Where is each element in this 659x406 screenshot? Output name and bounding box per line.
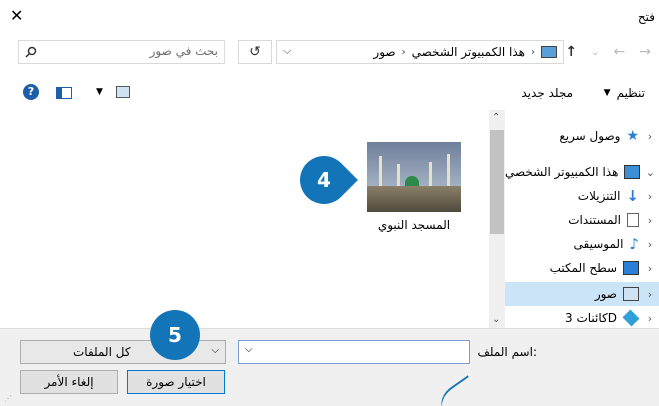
- desktop-icon: [623, 261, 639, 275]
- sidebar-item-this-pc[interactable]: ⌄ هذا الكمبيوتر الشخصي: [505, 160, 659, 184]
- sidebar-item-3d-objects[interactable]: › كائنات 3D: [505, 306, 659, 330]
- breadcrumb-item[interactable]: هذا الكمبيوتر الشخصي: [412, 45, 525, 59]
- chevron-right-icon: ›: [531, 46, 535, 58]
- window-title: فتح: [637, 10, 655, 24]
- title-bar: [0, 0, 659, 34]
- navigation-buttons: → ← ⌄ ↑: [565, 44, 651, 60]
- back-arrow-icon[interactable]: →: [639, 44, 651, 60]
- scrollbar-thumb[interactable]: [490, 130, 504, 234]
- new-folder-button[interactable]: مجلد جديد: [521, 86, 573, 100]
- sidebar-item-documents[interactable]: › المستندات: [505, 208, 659, 232]
- sidebar-item-label: الموسيقى: [573, 237, 624, 251]
- pictures-icon: [541, 46, 557, 58]
- download-icon: ↓: [626, 187, 639, 205]
- chevron-right-icon[interactable]: ›: [645, 312, 655, 325]
- file-type-value: كل الملفات: [73, 345, 131, 359]
- help-icon[interactable]: ?: [23, 84, 39, 100]
- sidebar-item-label: التنزيلات: [577, 189, 621, 203]
- sidebar-item-music[interactable]: › ♪ الموسيقى: [505, 232, 659, 256]
- sidebar-item-label: وصول سريع: [559, 129, 621, 143]
- filename-label: اسم الملف:: [477, 345, 537, 359]
- sidebar-item-label: سطح المكتب: [549, 261, 617, 275]
- chevron-right-icon: ›: [401, 46, 406, 58]
- sidebar-item-quick-access[interactable]: › ★ وصول سريع: [505, 124, 659, 148]
- chevron-right-icon[interactable]: ›: [645, 190, 655, 203]
- step-callout-badge: 5: [150, 310, 200, 360]
- scroll-up-icon[interactable]: ⌃: [492, 112, 500, 123]
- forward-arrow-icon[interactable]: ←: [614, 44, 626, 60]
- sidebar-item-downloads[interactable]: › ↓ التنزيلات: [505, 184, 659, 208]
- organize-button[interactable]: ▼ تنظيم: [604, 86, 645, 100]
- view-icon[interactable]: [116, 86, 130, 98]
- sidebar-item-label: صور: [594, 287, 617, 301]
- navigation-pane: › ★ وصول سريع ⌄ هذا الكمبيوتر الشخصي › ↓…: [505, 110, 659, 328]
- sidebar-item-label: كائنات 3D: [565, 311, 617, 325]
- chevron-down-icon: ⌵: [211, 345, 219, 356]
- chevron-right-icon[interactable]: ›: [645, 238, 655, 251]
- open-button[interactable]: اختيار صورة: [127, 370, 225, 394]
- recent-dropdown-icon[interactable]: ⌄: [591, 47, 599, 58]
- breadcrumb-item[interactable]: صور: [373, 45, 395, 59]
- document-icon: [627, 213, 639, 227]
- scroll-down-icon[interactable]: ⌄: [492, 314, 500, 325]
- view-dropdown-icon[interactable]: ▼: [96, 87, 103, 97]
- refresh-icon: ↺: [249, 44, 261, 60]
- chevron-right-icon[interactable]: ›: [645, 214, 655, 227]
- chevron-down-icon[interactable]: ⌵: [283, 44, 291, 58]
- chevron-down-icon[interactable]: ⌵: [245, 344, 253, 355]
- organize-label: تنظيم: [616, 86, 645, 100]
- search-icon: [25, 46, 37, 61]
- search-input[interactable]: بحث في صور: [18, 40, 225, 64]
- cube-icon: [622, 309, 640, 327]
- search-placeholder: بحث في صور: [149, 44, 218, 58]
- chevron-right-icon[interactable]: ›: [645, 130, 655, 143]
- star-icon: ★: [626, 128, 639, 144]
- up-arrow-icon[interactable]: ↑: [565, 44, 577, 60]
- cancel-button[interactable]: إلغاء الأمر: [20, 370, 118, 394]
- image-thumbnail[interactable]: [367, 142, 461, 212]
- resize-grip-icon[interactable]: ⋰: [4, 394, 12, 403]
- pictures-icon: [623, 287, 639, 301]
- caret-down-icon: ▼: [603, 88, 611, 98]
- close-icon[interactable]: ✕: [10, 6, 23, 25]
- music-icon: ♪: [629, 235, 639, 253]
- chevron-right-icon[interactable]: ›: [645, 288, 655, 301]
- sidebar-item-label: هذا الكمبيوتر الشخصي: [505, 165, 619, 179]
- filename-input[interactable]: ⌵: [238, 340, 470, 364]
- step-callout-badge: 4: [290, 146, 358, 214]
- sidebar-item-desktop[interactable]: › سطح المكتب: [505, 256, 659, 280]
- refresh-button[interactable]: ↺: [238, 40, 272, 64]
- address-bar[interactable]: ⌵ › هذا الكمبيوتر الشخصي › صور: [276, 40, 564, 64]
- file-name-label[interactable]: المسجد النبوي: [360, 218, 468, 232]
- sidebar-item-label: المستندات: [568, 213, 621, 227]
- chevron-down-icon[interactable]: ⌄: [646, 166, 655, 179]
- chevron-right-icon[interactable]: ›: [645, 262, 655, 275]
- computer-icon: [624, 165, 640, 179]
- sidebar-item-pictures[interactable]: › صور: [505, 282, 659, 306]
- preview-pane-icon[interactable]: [56, 87, 72, 99]
